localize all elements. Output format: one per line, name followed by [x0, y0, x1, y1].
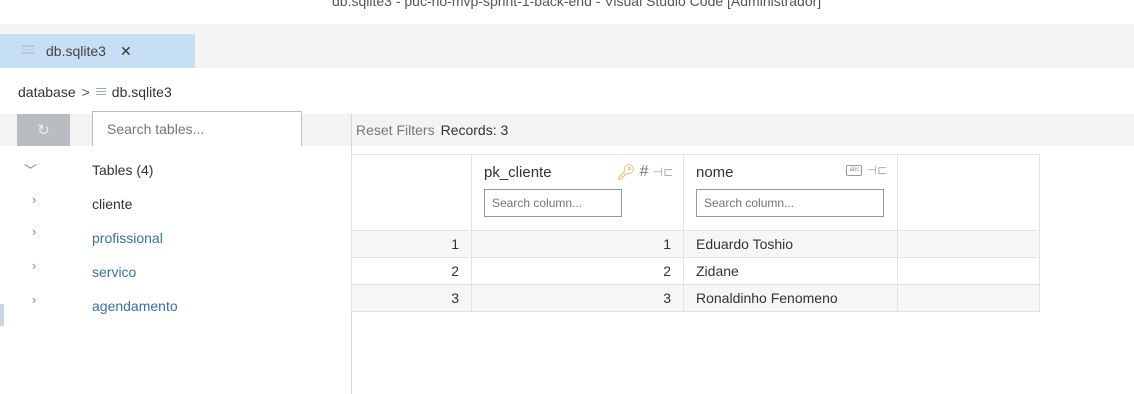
cell-pk-cliente[interactable]: 1	[471, 230, 684, 258]
table-row[interactable]: 1 1 Eduardo Toshio	[351, 230, 1040, 258]
records-count: Records: 3	[440, 122, 509, 138]
sidebar-scroll-indicator	[0, 304, 4, 326]
text-type-icon: abc	[846, 164, 863, 176]
row-number: 3	[351, 284, 472, 312]
column-header-pk-cliente[interactable]: pk_cliente 🔑︎ # ⊣⊏	[471, 154, 684, 231]
row-number: 2	[351, 257, 472, 285]
chevron-right-icon[interactable]: ›	[32, 258, 36, 273]
file-icon	[95, 87, 106, 97]
refresh-button[interactable]: ↻	[17, 114, 70, 146]
column-search-input[interactable]	[696, 189, 884, 217]
cell-pk-cliente[interactable]: 3	[471, 284, 684, 312]
column-name: pk_cliente	[484, 163, 552, 181]
search-tables-input[interactable]	[92, 111, 302, 147]
tables-sidebar: ﹀ Tables (4) › cliente › profissional › …	[0, 146, 351, 394]
column-search-input[interactable]	[484, 189, 622, 217]
pin-icon[interactable]: ⊣⊏	[652, 165, 673, 179]
refresh-icon: ↻	[37, 122, 50, 139]
empty-column-header	[897, 154, 1040, 231]
cell-nome[interactable]: Ronaldinho Fenomeno	[683, 284, 898, 312]
empty-cell	[897, 284, 1040, 312]
empty-cell	[897, 230, 1040, 258]
data-grid: pk_cliente 🔑︎ # ⊣⊏ nome abc ⊣⊏ 1 1	[351, 154, 1040, 312]
tab-db-sqlite3[interactable]: db.sqlite3 ✕	[0, 34, 195, 68]
sidebar-item-cliente[interactable]: cliente	[92, 196, 132, 212]
tab-label: db.sqlite3	[46, 43, 106, 59]
chevron-right-icon[interactable]: ›	[32, 192, 36, 207]
sidebar-item-profissional[interactable]: profissional	[92, 230, 163, 246]
hash-icon: #	[639, 163, 649, 180]
pin-icon[interactable]: ⊣⊏	[866, 163, 887, 177]
file-icon	[22, 45, 34, 56]
tables-header[interactable]: Tables (4)	[92, 162, 153, 178]
row-number-header	[351, 154, 472, 231]
breadcrumb-file[interactable]: db.sqlite3	[112, 84, 172, 100]
cell-nome[interactable]: Zidane	[683, 257, 898, 285]
column-header-nome[interactable]: nome abc ⊣⊏	[683, 154, 898, 231]
chevron-down-icon[interactable]: ﹀	[24, 160, 37, 179]
breadcrumb: database > db.sqlite3	[0, 80, 1134, 104]
chevron-right-icon[interactable]: ›	[32, 224, 36, 239]
chevron-right-icon[interactable]: ›	[32, 292, 36, 307]
breadcrumb-folder[interactable]: database	[18, 84, 76, 100]
cell-nome[interactable]: Eduardo Toshio	[683, 230, 898, 258]
sidebar-item-agendamento[interactable]: agendamento	[92, 298, 178, 314]
cell-pk-cliente[interactable]: 2	[471, 257, 684, 285]
table-row[interactable]: 2 2 Zidane	[351, 257, 1040, 285]
key-icon: 🔑︎	[616, 164, 636, 181]
reset-filters-button[interactable]: Reset Filters	[356, 122, 435, 138]
window-title-bar: db.sqlite3 - puc-rio-mvp-sprint-1-back-e…	[0, 0, 1134, 24]
row-number: 1	[351, 230, 472, 258]
breadcrumb-separator: >	[81, 84, 90, 100]
empty-cell	[897, 257, 1040, 285]
sidebar-item-servico[interactable]: servico	[92, 264, 136, 280]
editor-tab-strip: db.sqlite3 ✕	[0, 24, 1134, 68]
grid-toolbar: Reset Filters Records: 3	[352, 114, 1134, 146]
window-title: db.sqlite3 - puc-rio-mvp-sprint-1-back-e…	[332, 0, 822, 9]
column-name: nome	[696, 163, 734, 181]
close-icon[interactable]: ✕	[120, 43, 132, 60]
table-row[interactable]: 3 3 Ronaldinho Fenomeno	[351, 284, 1040, 312]
